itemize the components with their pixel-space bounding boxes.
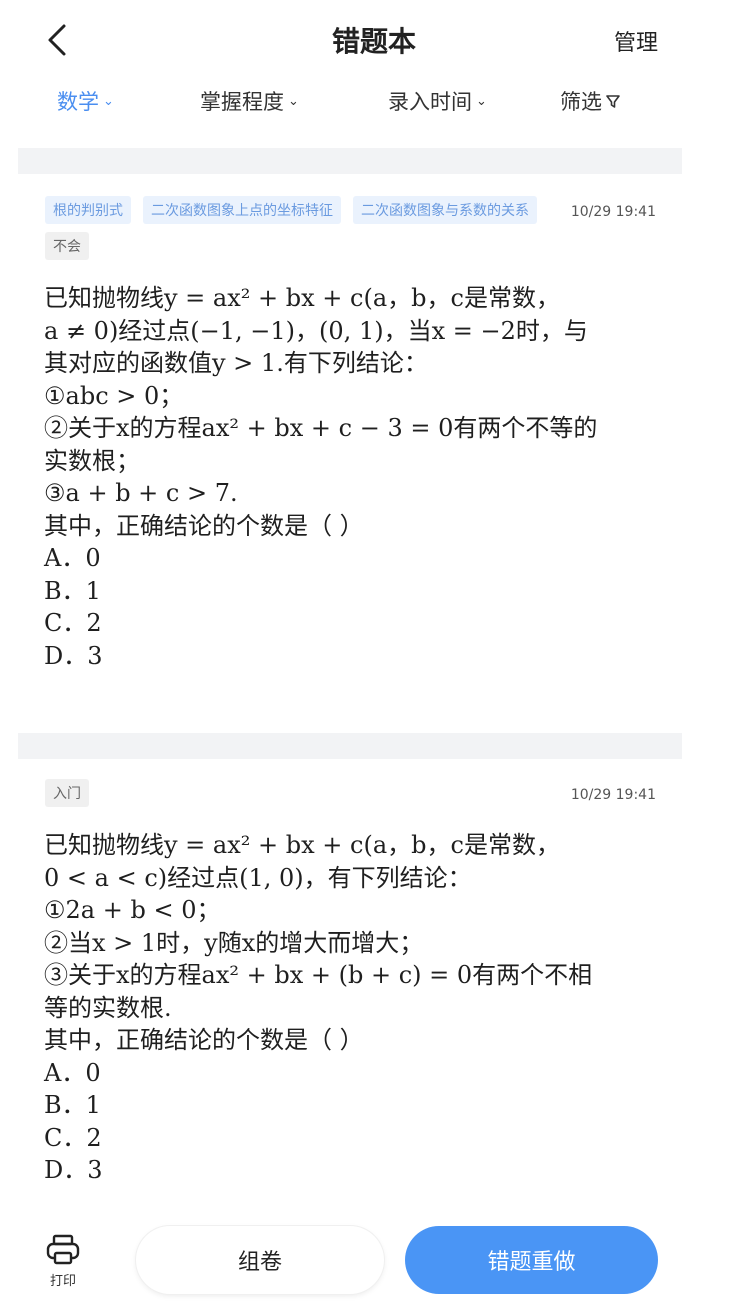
question-line: 实数根； xyxy=(44,446,140,475)
question-line: 0 < a < c)经过点(1, 0)，有下列结论： xyxy=(44,863,472,892)
option-c: C．2 xyxy=(44,609,102,637)
print-label: 打印 xyxy=(49,1274,76,1289)
divider xyxy=(18,733,682,759)
print-button[interactable]: 打印 xyxy=(42,1232,84,1289)
filter-subject[interactable]: 数学 ⌄ xyxy=(57,86,114,116)
chevron-down-icon: ⌄ xyxy=(288,93,299,109)
filter-entry-time[interactable]: 录入时间 ⌄ xyxy=(388,86,487,116)
option-a: A．0 xyxy=(44,1058,101,1087)
question-text: 已知抛物线y = ax² + bx + c(a，b，c是常数， 0 < a < … xyxy=(44,829,664,1187)
knowledge-tag: 二次函数图象上点的坐标特征 xyxy=(143,196,341,224)
divider xyxy=(18,148,682,174)
difficulty-tag: 入门 xyxy=(45,779,89,807)
filter-bar: 数学 ⌄ 掌握程度 ⌄ 录入时间 ⌄ 筛选 xyxy=(0,86,748,142)
question-line: ①abc > 0； xyxy=(44,381,184,410)
question-text: 已知抛物线y = ax² + bx + c(a，b，c是常数， a ≠ 0)经过… xyxy=(44,282,664,672)
manage-button[interactable]: 管理 xyxy=(614,25,658,57)
knowledge-tag: 二次函数图象与系数的关系 xyxy=(353,196,537,224)
printer-icon xyxy=(46,1234,80,1265)
question-line: ②关于x的方程ax² + bx + c − 3 = 0有两个不等的 xyxy=(44,414,598,442)
funnel-icon xyxy=(606,95,620,108)
question-line: ③关于x的方程ax² + bx + (b + c) = 0有两个不相 xyxy=(44,961,593,989)
question-line: a ≠ 0)经过点(−1, −1)，(0, 1)，当x = −2时，与 xyxy=(44,316,588,345)
entry-time: 10/29 19:41 xyxy=(570,204,656,220)
compose-paper-button[interactable]: 组卷 xyxy=(136,1226,384,1294)
chevron-down-icon: ⌄ xyxy=(103,93,114,109)
option-a: A．0 xyxy=(44,544,101,572)
tag-list: 根的判别式 二次函数图象上点的坐标特征 二次函数图象与系数的关系 不会 xyxy=(45,196,545,260)
redo-mistakes-button[interactable]: 错题重做 xyxy=(405,1226,658,1294)
filter-subject-label: 数学 xyxy=(57,90,99,114)
filter-entry-time-label: 录入时间 xyxy=(388,90,472,114)
entry-time: 10/29 19:41 xyxy=(570,787,656,803)
option-b: B．1 xyxy=(44,576,101,605)
top-bar: 错题本 管理 xyxy=(0,0,748,80)
knowledge-tag: 根的判别式 xyxy=(45,196,131,224)
chevron-down-icon: ⌄ xyxy=(476,93,487,109)
bottom-bar: 打印 组卷 错题重做 xyxy=(0,1212,748,1310)
question-line: 其中，正确结论的个数是（ ） xyxy=(44,1026,364,1054)
mastery-tag: 不会 xyxy=(45,232,89,260)
question-line: ③a + b + c > 7. xyxy=(44,479,238,507)
question-line: 其中，正确结论的个数是（ ） xyxy=(44,511,364,540)
option-d: D．3 xyxy=(44,641,103,670)
question-line: 其对应的函数值y > 1.有下列结论： xyxy=(44,349,428,377)
question-line: 已知抛物线y = ax² + bx + c(a，b，c是常数， xyxy=(44,284,560,312)
question-card[interactable]: 入门 10/29 19:41 已知抛物线y = ax² + bx + c(a，b… xyxy=(18,759,682,1209)
question-line: ②当x > 1时，y随x的增大而增大； xyxy=(44,928,424,957)
option-b: B．1 xyxy=(44,1091,101,1119)
question-line: 等的实数根. xyxy=(44,993,172,1022)
filter-mastery[interactable]: 掌握程度 ⌄ xyxy=(200,86,299,116)
question-line: 已知抛物线y = ax² + bx + c(a，b，c是常数， xyxy=(44,831,560,859)
tag-list: 入门 xyxy=(45,779,545,807)
filter-mastery-label: 掌握程度 xyxy=(200,90,284,114)
question-card[interactable]: 根的判别式 二次函数图象上点的坐标特征 二次函数图象与系数的关系 不会 10/2… xyxy=(18,174,682,733)
filter-screen[interactable]: 筛选 xyxy=(560,86,620,116)
option-d: D．3 xyxy=(44,1156,103,1184)
question-line: ①2a + b < 0； xyxy=(44,896,221,924)
option-c: C．2 xyxy=(44,1123,102,1152)
filter-screen-label: 筛选 xyxy=(560,90,602,114)
